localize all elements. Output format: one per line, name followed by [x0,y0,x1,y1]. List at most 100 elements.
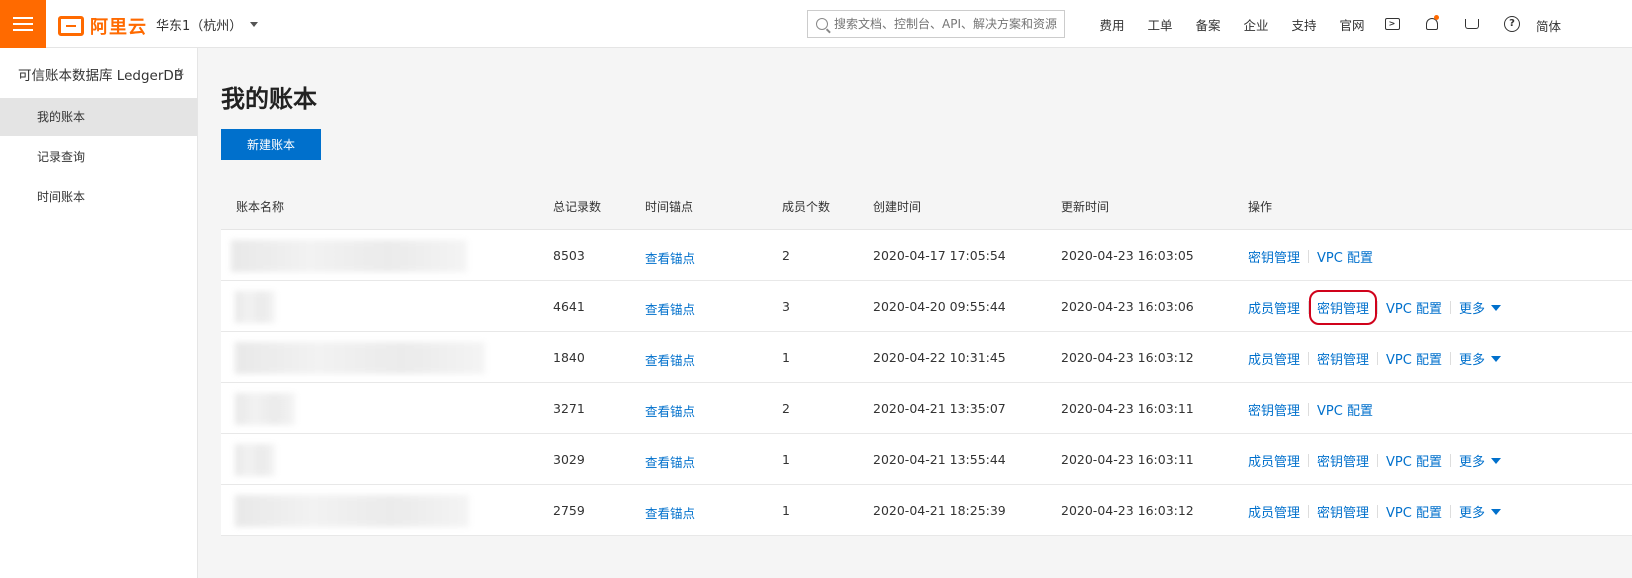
col-header-members: 成员个数 [782,200,831,214]
member-management-link[interactable]: 成员管理 [1248,502,1300,521]
vpc-config-link[interactable]: VPC 配置 [1386,298,1442,317]
vpc-config-link[interactable]: VPC 配置 [1317,400,1373,419]
cell-members: 2 [782,248,790,263]
top-link-fees[interactable]: 费用 [1088,15,1136,34]
key-management-link-highlighted[interactable]: 密钥管理 [1309,290,1378,325]
aliyun-logo[interactable]: 阿里云 [58,13,147,39]
more-dropdown[interactable]: 更多 [1459,298,1501,317]
cell-records: 2759 [553,503,585,518]
top-link-support[interactable]: 支持 [1280,15,1328,34]
help-button[interactable]: ? [1492,0,1532,48]
cell-records: 4641 [553,299,585,314]
key-management-link[interactable]: 密钥管理 [1317,502,1369,521]
vpc-config-link[interactable]: VPC 配置 [1386,349,1442,368]
member-management-link[interactable]: 成员管理 [1248,349,1300,368]
row-actions: 密钥管理 VPC 配置 [1248,400,1373,419]
table-header: 账本名称 总记录数 时间锚点 成员个数 创建时间 更新时间 操作 [221,178,1632,230]
redacted-ledger-name [235,444,275,476]
caret-down-icon [1491,304,1501,311]
divider [1449,454,1451,467]
top-link-enterprise[interactable]: 企业 [1232,15,1280,34]
view-anchor-link[interactable]: 查看锚点 [645,248,695,267]
member-management-link[interactable]: 成员管理 [1248,451,1300,470]
view-anchor-link[interactable]: 查看锚点 [645,299,695,318]
key-management-link[interactable]: 密钥管理 [1317,349,1369,368]
divider [1308,250,1310,263]
key-management-link[interactable]: 密钥管理 [1248,247,1300,266]
region-selector[interactable]: 华东1（杭州） [156,15,259,34]
divider [1377,505,1379,518]
cart-button[interactable] [1452,0,1492,48]
redacted-ledger-name [235,291,275,323]
sidebar: 可信账本数据库 LedgerDB ↯ 我的账本 记录查询 时间账本 [0,48,198,578]
key-management-link[interactable]: 密钥管理 [1248,400,1300,419]
more-dropdown[interactable]: 更多 [1459,502,1501,521]
global-search[interactable] [807,10,1065,38]
collapse-sidebar-icon[interactable]: ↯ [176,66,185,79]
cell-members: 1 [782,350,790,365]
top-link-official[interactable]: 官网 [1328,15,1376,34]
more-label: 更多 [1458,506,1485,521]
sidebar-item-time-ledger[interactable]: 时间账本 [0,178,197,216]
hamburger-menu-icon[interactable] [0,0,46,48]
table-row: 2759 查看锚点 1 2020-04-21 18:25:39 2020-04-… [221,485,1632,536]
terminal-button[interactable]: > [1372,0,1412,48]
top-icons: > ? [1372,0,1532,48]
row-actions: 成员管理 密钥管理 VPC 配置 更多 [1248,502,1501,521]
caret-down-icon [1491,355,1501,362]
new-ledger-button[interactable]: 新建账本 [221,129,321,160]
col-header-created: 创建时间 [873,200,922,214]
divider [1308,505,1310,518]
cell-created: 2020-04-21 13:35:07 [873,401,1006,416]
col-header-records: 总记录数 [553,200,602,214]
key-management-link[interactable]: 密钥管理 [1317,451,1369,470]
search-input[interactable] [834,17,1059,31]
cell-members: 2 [782,401,790,416]
ledger-table: 账本名称 总记录数 时间锚点 成员个数 创建时间 更新时间 操作 8503 查看… [221,178,1632,536]
view-anchor-link[interactable]: 查看锚点 [645,452,695,471]
language-switch[interactable]: 简体 [1536,16,1561,35]
divider [1308,301,1310,314]
divider [1377,301,1379,314]
more-dropdown[interactable]: 更多 [1459,349,1501,368]
more-dropdown[interactable]: 更多 [1459,451,1501,470]
table-row: 3029 查看锚点 1 2020-04-21 13:55:44 2020-04-… [221,434,1632,485]
cell-members: 1 [782,503,790,518]
product-title: 可信账本数据库 LedgerDB [18,68,184,84]
more-label: 更多 [1458,302,1485,317]
table-row: 4641 查看锚点 3 2020-04-20 09:55:44 2020-04-… [221,281,1632,332]
redacted-ledger-name [235,495,469,527]
vpc-config-link[interactable]: VPC 配置 [1386,502,1442,521]
sidebar-item-my-ledgers[interactable]: 我的账本 [0,98,197,136]
table-row: 3271 查看锚点 2 2020-04-21 13:35:07 2020-04-… [221,383,1632,434]
col-header-ops: 操作 [1248,200,1273,214]
terminal-icon: > [1384,18,1400,30]
vpc-config-link[interactable]: VPC 配置 [1386,451,1442,470]
row-actions: 成员管理 密钥管理 VPC 配置 更多 [1248,451,1501,470]
cell-records: 8503 [553,248,585,263]
view-anchor-link[interactable]: 查看锚点 [645,401,695,420]
vpc-config-link[interactable]: VPC 配置 [1317,247,1373,266]
top-link-tickets[interactable]: 工单 [1136,15,1184,34]
cell-created: 2020-04-20 09:55:44 [873,299,1006,314]
divider [1377,352,1379,365]
view-anchor-link[interactable]: 查看锚点 [645,503,695,522]
view-anchor-link[interactable]: 查看锚点 [645,350,695,369]
cell-records: 1840 [553,350,585,365]
logo-text: 阿里云 [90,17,147,38]
cell-created: 2020-04-22 10:31:45 [873,350,1006,365]
more-label: 更多 [1458,455,1485,470]
divider [1377,454,1379,467]
notifications-button[interactable] [1412,0,1452,48]
member-management-link[interactable]: 成员管理 [1248,298,1300,317]
sidebar-item-record-query[interactable]: 记录查询 [0,138,197,176]
cell-members: 1 [782,452,790,467]
col-header-anchor: 时间锚点 [645,200,694,214]
cell-members: 3 [782,299,790,314]
top-link-icp[interactable]: 备案 [1184,15,1232,34]
caret-down-icon [250,22,259,27]
cart-icon [1465,19,1479,29]
cell-updated: 2020-04-23 16:03:11 [1061,452,1194,467]
divider [1449,301,1451,314]
cell-updated: 2020-04-23 16:03:12 [1061,350,1194,365]
